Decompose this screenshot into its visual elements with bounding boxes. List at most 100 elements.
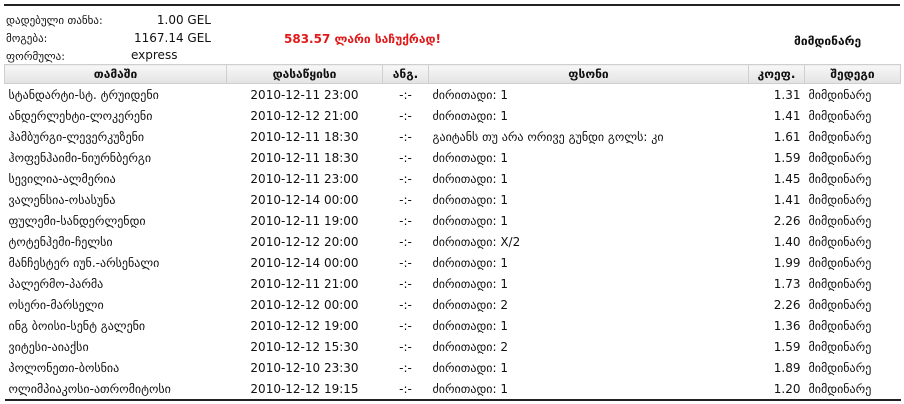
score-cell: -:- [399, 150, 412, 165]
price-cell: ძირითადი: 1 [432, 318, 508, 333]
match-cell: მანჩესტერ იუნ.-არსენალი [8, 255, 160, 270]
price-cell: ძირითადი: 1 [432, 171, 508, 186]
stake-label: დადებული თანხა: [6, 14, 103, 27]
header-odds: კოეფ. [748, 64, 805, 84]
start-cell: 2010-12-12 00:00 [250, 297, 359, 312]
start-cell: 2010-12-14 00:00 [250, 192, 359, 207]
score-cell: -:- [399, 360, 412, 375]
start-cell: 2010-12-14 00:00 [250, 255, 359, 270]
price-cell: ძირითადი: 1 [432, 87, 508, 102]
formula-value: express [131, 48, 178, 62]
price-cell: გაიტანს თუ არა ორივე გუნდი გოლს: კი [432, 129, 664, 144]
table-row: ოლიმპიაკოსი-ათრომიტოსი 2010-12-12 19:15 -:… [5, 378, 901, 400]
match-cell: ოსერი-მარსელი [8, 297, 104, 312]
result-cell: მიმდინარე [808, 171, 872, 186]
table-row: პალერმო-პარმა 2010-12-11 21:00 -:- ძირითადი… [5, 273, 901, 294]
price-cell: ძირითადი: 1 [432, 276, 508, 291]
table-row: სევილია-ალმერია 2010-12-11 23:00 -:- ძირითა… [5, 168, 901, 189]
result-cell: მიმდინარე [808, 339, 872, 354]
header-price: ფსონი [428, 64, 749, 84]
header-match: თამაში [4, 64, 227, 84]
result-cell: მიმდინარე [808, 108, 872, 123]
price-cell: ძირითადი: 2 [432, 297, 508, 312]
table-row: სტანდარტი-სტ. ტრუიდენი 2010-12-11 23:00 -:… [5, 84, 901, 106]
start-cell: 2010-12-12 15:30 [250, 339, 359, 354]
price-cell: ძირითადი: 1 [432, 108, 508, 123]
score-cell: -:- [399, 213, 412, 228]
odds-cell: 2.26 [773, 297, 801, 312]
stake-value: 1.00 GEL [156, 13, 211, 27]
score-cell: -:- [399, 87, 412, 102]
result-cell: მიმდინარე [808, 360, 872, 375]
score-cell: -:- [399, 276, 412, 291]
table-row: ვიტესი-აიაქსი 2010-12-12 15:30 -:- ძირითადი… [5, 336, 901, 357]
odds-cell: 1.31 [773, 87, 801, 102]
match-cell: ანდერლეხტი-ლოკერენი [8, 108, 153, 123]
odds-cell: 1.40 [773, 234, 801, 249]
result-cell: მიმდინარე [808, 255, 872, 270]
odds-cell: 1.45 [773, 171, 801, 186]
start-cell: 2010-12-10 23:30 [250, 360, 359, 375]
score-cell: -:- [399, 171, 412, 186]
match-cell: ოლიმპიაკოსი-ათრომიტოსი [8, 381, 171, 396]
match-cell: ვალენსია-ოსასუნა [8, 192, 116, 207]
result-cell: მიმდინარე [808, 87, 872, 102]
match-cell: პალერმო-პარმა [8, 276, 104, 291]
header-score: ანგ. [382, 64, 429, 84]
odds-cell: 1.20 [773, 381, 801, 396]
table-row: პოლონეთი-ბოსნია 2010-12-10 23:30 -:- ძირითა… [5, 357, 901, 378]
overall-status: მიმდინარე [794, 34, 862, 48]
score-cell: -:- [399, 339, 412, 354]
table-row: ინგ ბოისი-სენტ გალენი 2010-12-12 19:00 -:-… [5, 315, 901, 336]
match-cell: სევილია-ალმერია [8, 171, 116, 186]
result-cell: მიმდინარე [808, 318, 872, 333]
score-cell: -:- [399, 129, 412, 144]
win-value: 1167.14 GEL [133, 31, 211, 45]
table-row: ანდერლეხტი-ლოკერენი 2010-12-12 21:00 -:- ძი… [5, 105, 901, 126]
odds-cell: 1.36 [773, 318, 801, 333]
price-cell: ძირითადი: 1 [432, 150, 508, 165]
score-cell: -:- [399, 381, 412, 396]
start-cell: 2010-12-11 18:30 [250, 129, 359, 144]
odds-cell: 2.26 [773, 213, 801, 228]
match-cell: ვიტესი-აიაქსი [8, 339, 89, 354]
odds-cell: 1.41 [773, 192, 801, 207]
price-cell: ძირითადი: X/2 [432, 234, 521, 249]
bets-table: თამაში დასაწყისი ანგ. ფსონი კოეფ. შედეგი… [4, 64, 901, 401]
price-cell: ძირითადი: 1 [432, 192, 508, 207]
table-row: ვალენსია-ოსასუნა 2010-12-14 00:00 -:- ძირით… [5, 189, 901, 210]
score-cell: -:- [399, 255, 412, 270]
odds-cell: 1.41 [773, 108, 801, 123]
odds-cell: 1.73 [773, 276, 801, 291]
table-header-row: თამაში დასაწყისი ანგ. ფსონი კოეფ. შედეგი [4, 64, 901, 84]
result-cell: მიმდინარე [808, 381, 872, 396]
score-cell: -:- [399, 297, 412, 312]
win-label: მოგება: [6, 32, 48, 45]
top-divider [4, 4, 900, 6]
price-cell: ძირითადი: 1 [432, 381, 508, 396]
match-cell: ტოტენჰემი-ჩელსი [8, 234, 113, 249]
match-cell: ჰამბურგი-ლევერკუზენი [8, 129, 145, 144]
price-cell: ძირითადი: 1 [432, 255, 508, 270]
match-cell: ინგ ბოისი-სენტ გალენი [8, 318, 146, 333]
start-cell: 2010-12-11 23:00 [250, 171, 359, 186]
result-cell: მიმდინარე [808, 213, 872, 228]
table-row: ჰოფენჰაიმი-ნიურნბერგი 2010-12-11 18:30 -:-… [5, 147, 901, 168]
price-cell: ძირითადი: 1 [432, 360, 508, 375]
match-cell: სტანდარტი-სტ. ტრუიდენი [8, 87, 159, 102]
odds-cell: 1.89 [773, 360, 801, 375]
start-cell: 2010-12-11 21:00 [250, 276, 359, 291]
start-cell: 2010-12-12 21:00 [250, 108, 359, 123]
match-cell: ფულემი-სანდერლენდი [8, 213, 146, 228]
table-row: ტოტენჰემი-ჩელსი 2010-12-12 20:00 -:- ძირითა… [5, 231, 901, 252]
header-start: დასაწყისი [226, 64, 383, 84]
score-cell: -:- [399, 108, 412, 123]
result-cell: მიმდინარე [808, 297, 872, 312]
table-row: ფულემი-სანდერლენდი 2010-12-11 19:00 -:- ძირ… [5, 210, 901, 231]
formula-label: ფორმულა: [6, 50, 65, 63]
score-cell: -:- [399, 192, 412, 207]
result-cell: მიმდინარე [808, 150, 872, 165]
start-cell: 2010-12-11 18:30 [250, 150, 359, 165]
match-cell: პოლონეთი-ბოსნია [8, 360, 120, 375]
start-cell: 2010-12-12 19:15 [250, 381, 359, 396]
